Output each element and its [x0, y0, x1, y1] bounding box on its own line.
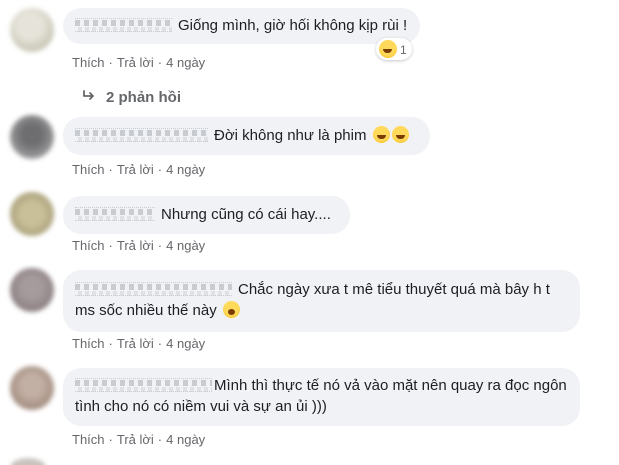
separator-dot: ·: [157, 238, 163, 253]
separator-dot: ·: [108, 238, 113, 253]
reply-button[interactable]: Trả lời: [117, 432, 154, 448]
like-button[interactable]: Thích: [72, 336, 105, 352]
comment-bubble: Chắc ngày xưa t mê tiểu thuyết quá mà bâ…: [63, 270, 580, 332]
separator-dot: ·: [157, 55, 163, 70]
commenter-name-redacted[interactable]: [75, 207, 155, 221]
reply-button[interactable]: Trả lời: [117, 55, 154, 71]
rofl-emoji-icon: [391, 126, 409, 143]
comment-bubble: Đời không như là phim: [63, 117, 430, 155]
timestamp[interactable]: 4 ngày: [166, 432, 205, 448]
timestamp[interactable]: 4 ngày: [166, 336, 205, 352]
commenter-name-redacted[interactable]: [75, 128, 208, 142]
reply-button[interactable]: Trả lời: [117, 336, 154, 352]
like-button[interactable]: Thích: [72, 432, 105, 448]
comment-text: Giống mình, giờ hối không kịp rùi !: [178, 17, 408, 34]
comment-text: Nhưng cũng có cái hay....: [161, 206, 331, 223]
timestamp[interactable]: 4 ngày: [166, 162, 205, 178]
avatar[interactable]: [10, 458, 46, 465]
reaction-badge[interactable]: 1: [376, 38, 412, 60]
comment-actions: Thích · Trả lời · 4 ngày: [72, 432, 205, 448]
comment-actions: Thích · Trả lời · 4 ngày: [72, 336, 205, 352]
comment-text: Đời không như là phim: [214, 127, 367, 144]
reply-arrow-icon: [82, 89, 96, 107]
comment-bubble: Giống mình, giờ hối không kịp rùi !: [63, 8, 420, 44]
view-replies-button[interactable]: 2 phản hồi: [82, 89, 181, 107]
separator-dot: ·: [108, 336, 113, 351]
crying-emoji-icon: [222, 301, 240, 318]
separator-dot: ·: [157, 336, 163, 351]
reply-button[interactable]: Trả lời: [117, 162, 154, 178]
commenter-name-redacted[interactable]: [75, 378, 212, 392]
commenter-name-redacted[interactable]: [75, 282, 232, 296]
like-button[interactable]: Thích: [72, 162, 105, 178]
rofl-emoji-icon: [372, 126, 390, 143]
comment-bubble: Nhưng cũng có cái hay....: [63, 196, 350, 234]
separator-dot: ·: [108, 55, 113, 70]
separator-dot: ·: [157, 162, 163, 177]
comment-actions: Thích · Trả lời · 4 ngày: [72, 162, 205, 178]
comment-actions: Thích · Trả lời · 4 ngày: [72, 55, 205, 71]
avatar[interactable]: [10, 192, 54, 236]
comment-actions: Thích · Trả lời · 4 ngày: [72, 238, 205, 254]
like-button[interactable]: Thích: [72, 55, 105, 71]
timestamp[interactable]: 4 ngày: [166, 238, 205, 254]
laughing-squint-emoji-icon: [379, 40, 397, 58]
separator-dot: ·: [157, 432, 163, 447]
replies-label: 2 phản hồi: [106, 89, 181, 106]
avatar[interactable]: [10, 268, 54, 312]
separator-dot: ·: [108, 162, 113, 177]
reaction-count: 1: [400, 43, 407, 57]
comment-bubble: Mình thì thực tế nó vả vào mặt nên quay …: [63, 368, 580, 426]
like-button[interactable]: Thích: [72, 238, 105, 254]
timestamp[interactable]: 4 ngày: [166, 55, 205, 71]
separator-dot: ·: [108, 432, 113, 447]
avatar[interactable]: [10, 115, 54, 159]
reply-button[interactable]: Trả lời: [117, 238, 154, 254]
commenter-name-redacted[interactable]: [75, 18, 172, 32]
avatar[interactable]: [10, 366, 54, 410]
avatar[interactable]: [10, 8, 54, 52]
